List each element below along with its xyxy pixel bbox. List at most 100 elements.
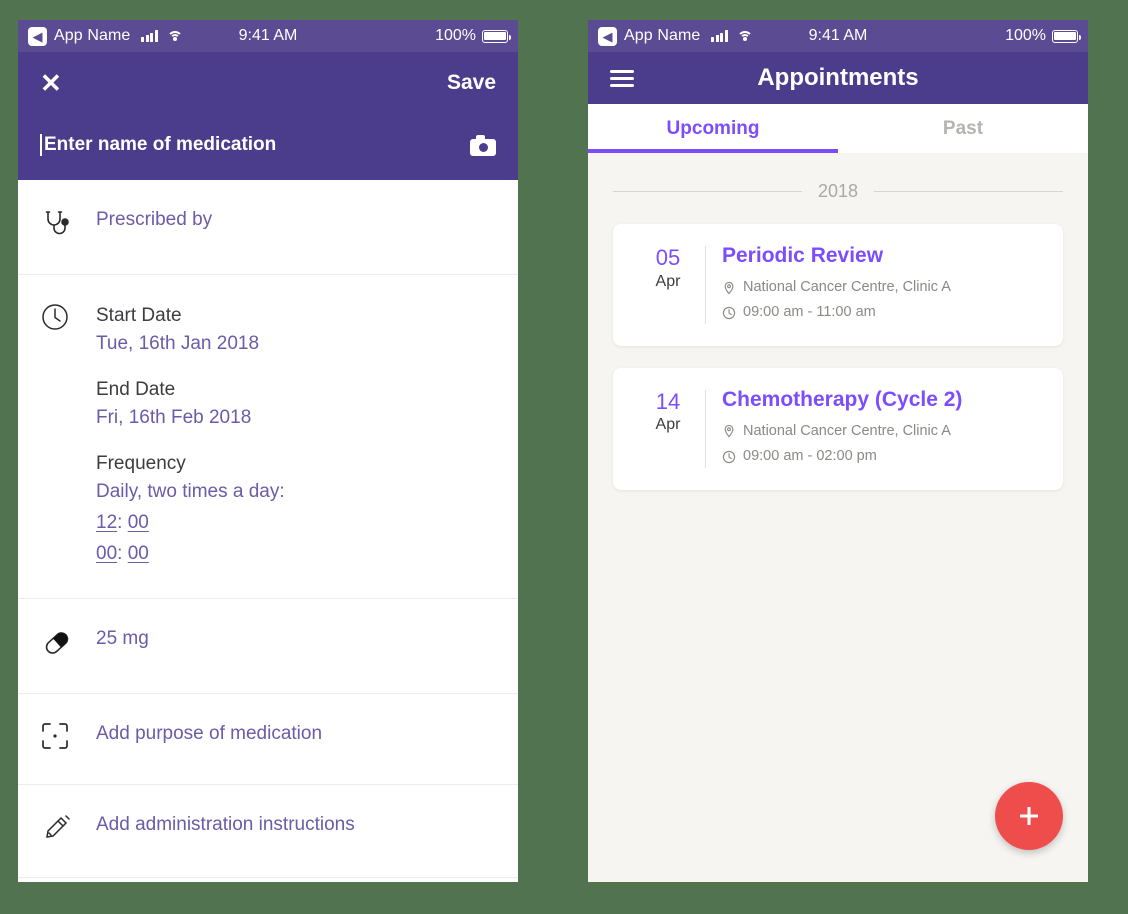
battery-full-icon [482, 29, 512, 43]
appointment-card[interactable]: 14 Apr Chemotherapy (Cycle 2) National C… [613, 367, 1063, 490]
signal-bars-icon [141, 30, 158, 42]
appointment-card[interactable]: 05 Apr Periodic Review National Cancer C… [613, 224, 1063, 346]
appointment-title: Chemotherapy (Cycle 2) [722, 387, 963, 411]
battery-percent: 100% [1005, 27, 1046, 44]
dose-time-2-minutes[interactable]: 00 [128, 543, 149, 564]
location-pin-icon [724, 281, 734, 295]
row-dates[interactable]: Start Date Tue, 16th Jan 2018 End Date F… [18, 275, 518, 599]
divider-line-left [613, 191, 802, 192]
stethoscope-icon [40, 206, 96, 246]
row-administration[interactable]: Add administration instructions [18, 785, 518, 878]
medication-name-input[interactable]: Enter name of medication [40, 100, 496, 180]
administration-label: Add administration instructions [96, 813, 355, 835]
syringe-icon [40, 811, 96, 849]
start-date-label: Start Date [96, 305, 182, 326]
appointment-time-row: 09:00 am - 11:00 am [722, 300, 1045, 325]
appointment-time: 09:00 am - 11:00 am [743, 304, 876, 321]
dose-time-2[interactable]: 00: 00 [96, 538, 496, 569]
end-date-label: End Date [96, 378, 176, 400]
hamburger-menu-icon[interactable] [610, 66, 634, 91]
appointment-day: 14 [655, 388, 681, 414]
dose-time-2-separator: : [117, 543, 123, 565]
signal-bars-icon [711, 30, 728, 42]
camera-icon[interactable] [470, 134, 496, 156]
dose-time-1-hours[interactable]: 12 [96, 512, 117, 533]
status-bar-app-name: App Name [624, 27, 701, 44]
dosage-label: 25 mg [96, 627, 149, 649]
page-title: Appointments [757, 64, 919, 91]
purpose-label: Add purpose of medication [96, 722, 323, 744]
appointments-list: 2018 05 Apr Periodic Review National Can… [588, 153, 1088, 882]
plus-icon [1020, 807, 1038, 825]
medication-name-placeholder: Enter name of medication [44, 134, 277, 155]
medication-screen: ◀ App Name 9:41 AM 100% ✕ Save Enter nam… [18, 20, 518, 882]
end-date-value[interactable]: Fri, 16th Feb 2018 [96, 404, 496, 433]
status-bar-left: ◀ App Name [598, 26, 753, 46]
appointment-date: 05 Apr [631, 244, 705, 326]
row-dosage[interactable]: 25 mg [18, 599, 518, 694]
appointment-time: 09:00 am - 02:00 pm [743, 448, 877, 465]
tab-past[interactable]: Past [838, 104, 1088, 153]
frequency-value[interactable]: Daily, two times a day: [96, 478, 496, 507]
appointment-location-row: National Cancer Centre, Clinic A [722, 419, 1045, 444]
status-bar-right: 100% [435, 27, 512, 45]
prescribed-by-label: Prescribed by [96, 209, 213, 230]
medication-navbar-row: ✕ Save [40, 66, 496, 100]
dose-time-1-minutes[interactable]: 00 [128, 512, 149, 533]
close-icon[interactable]: ✕ [40, 70, 62, 96]
dose-time-2-hours[interactable]: 00 [96, 543, 117, 564]
appointment-time-row: 09:00 am - 02:00 pm [722, 444, 1045, 469]
status-bar-left: ◀ App Name [28, 26, 183, 46]
status-bar-app-name: App Name [54, 27, 131, 44]
scan-target-icon [40, 720, 96, 756]
pill-icon [40, 625, 96, 665]
appointment-location: National Cancer Centre, Clinic A [743, 422, 951, 439]
medication-navbar: ✕ Save Enter name of medication [18, 52, 518, 180]
frequency-label: Frequency [96, 452, 186, 474]
wifi-icon [166, 30, 183, 43]
appointment-month: Apr [655, 272, 681, 290]
text-cursor [40, 134, 42, 156]
medication-detail-list: Prescribed by Start Date Tue, 16th Jan 2… [18, 180, 518, 882]
appointment-title: Periodic Review [722, 244, 884, 267]
clock-icon [40, 301, 96, 337]
year-divider: 2018 [613, 153, 1064, 224]
appointment-info: Periodic Review National Cancer Centre, … [722, 244, 1045, 326]
battery-full-icon [1052, 29, 1082, 43]
row-content: Start Date Tue, 16th Jan 2018 End Date F… [96, 301, 496, 570]
battery-percent: 100% [435, 27, 476, 44]
appointments-screen: ◀ App Name 9:41 AM 100% Appointments Upc… [588, 20, 1088, 882]
row-content: Prescribed by [96, 206, 496, 235]
dose-time-1[interactable]: 12: 00 [96, 507, 496, 538]
appointments-navbar: Appointments [588, 52, 1088, 104]
appointment-day: 05 [655, 245, 681, 270]
appointments-tabs: Upcoming Past [588, 104, 1088, 153]
card-divider [705, 389, 706, 468]
row-content: 25 mg [96, 625, 496, 654]
appointment-month: Apr [655, 416, 681, 434]
back-chevron-icon[interactable]: ◀ [598, 26, 617, 46]
appointment-location: National Cancer Centre, Clinic A [743, 279, 951, 295]
appointment-location-row: National Cancer Centre, Clinic A [722, 275, 1045, 300]
add-appointment-button[interactable] [995, 782, 1063, 850]
year-label: 2018 [817, 181, 859, 201]
list-partial-row [18, 878, 518, 883]
clock-icon [722, 450, 736, 463]
wifi-icon [736, 30, 753, 43]
location-pin-icon [724, 425, 734, 438]
back-chevron-icon[interactable]: ◀ [28, 26, 47, 46]
row-content: Add administration instructions [96, 811, 496, 840]
start-date-value[interactable]: Tue, 16th Jan 2018 [96, 330, 496, 359]
save-button[interactable]: Save [447, 71, 496, 95]
status-bar: ◀ App Name 9:41 AM 100% [588, 20, 1088, 52]
row-purpose[interactable]: Add purpose of medication [18, 694, 518, 785]
appointment-info: Chemotherapy (Cycle 2) National Cancer C… [722, 388, 1045, 470]
tab-upcoming[interactable]: Upcoming [588, 104, 838, 153]
card-divider [705, 246, 706, 324]
divider-line-right [874, 191, 1064, 192]
row-prescribed-by[interactable]: Prescribed by [18, 180, 518, 275]
appointment-date: 14 Apr [631, 388, 705, 470]
row-content: Add purpose of medication [96, 720, 496, 749]
clock-icon [722, 306, 736, 320]
dose-time-1-separator: : [117, 511, 123, 533]
